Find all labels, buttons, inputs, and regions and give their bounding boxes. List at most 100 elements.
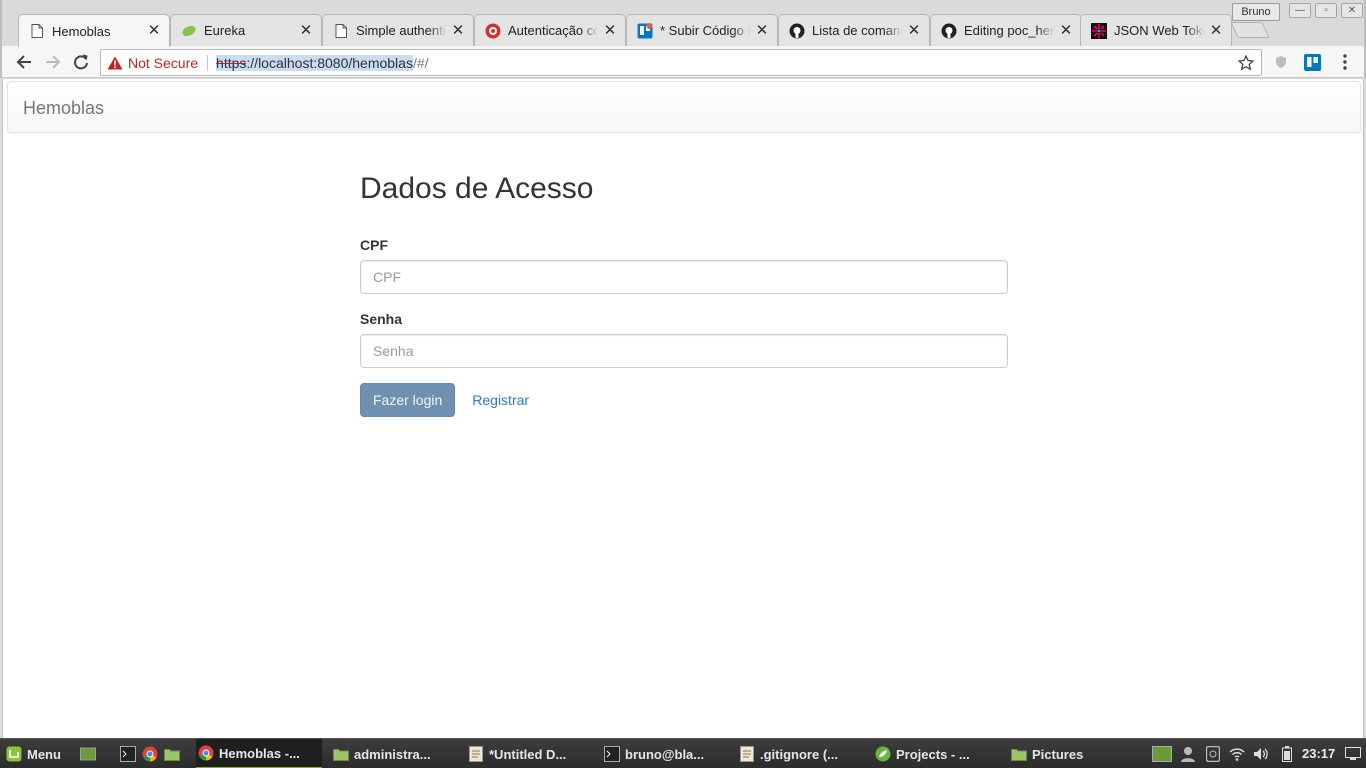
cpf-input[interactable] <box>360 260 1008 294</box>
page-title: Dados de Acesso <box>360 172 594 205</box>
desktop-icon <box>80 746 96 762</box>
taskbar-window-label: *Untitled D... <box>489 746 567 762</box>
minimize-button[interactable]: — <box>1289 3 1311 18</box>
close-icon[interactable]: ✕ <box>147 23 161 38</box>
terminal-icon <box>120 746 136 762</box>
warning-icon <box>107 55 123 71</box>
launcher-files[interactable] <box>164 739 185 768</box>
tab-simple-authentication[interactable]: Simple authentic ✕ <box>322 14 474 46</box>
tab-eureka[interactable]: Eureka ✕ <box>170 14 322 46</box>
taskbar-window-hemoblas[interactable]: Hemoblas -... <box>196 739 322 768</box>
tab-hemoblas[interactable]: Hemoblas ✕ <box>18 14 170 47</box>
tab-editing-poc[interactable]: Editing poc_hem ✕ <box>930 14 1082 46</box>
github-icon <box>789 23 805 39</box>
terminal-icon <box>604 746 620 762</box>
tab-title: Eureka <box>204 23 295 38</box>
taskbar-window-label: Hemoblas -... <box>219 745 300 761</box>
menu-label: Menu <box>27 746 61 762</box>
form-actions: Fazer login Registrar <box>360 383 1008 417</box>
browser-tabstrip: Hemoblas ✕ Eureka ✕ Simple authentic ✕ A… <box>0 0 1366 47</box>
tab-json-web-token[interactable]: JSON Web Token ✕ <box>1080 14 1232 46</box>
navbar-brand[interactable]: Hemoblas <box>23 98 104 119</box>
avatar-icon <box>485 23 501 39</box>
github-icon <box>941 23 957 39</box>
omnibox-divider <box>207 54 209 71</box>
desktop-taskbar: Menu Hemoblas -... administra... *Untitl… <box>0 738 1366 768</box>
menu-kebab-icon[interactable] <box>1336 53 1354 71</box>
maximize-button[interactable]: ▫ <box>1315 3 1337 18</box>
close-icon[interactable]: ✕ <box>603 23 617 38</box>
chrome-icon <box>198 745 214 761</box>
mint-logo-icon <box>6 746 22 762</box>
taskbar-window-untitled[interactable]: *Untitled D... <box>468 739 566 768</box>
profile-button[interactable]: Bruno <box>1232 3 1280 21</box>
reload-button[interactable] <box>70 51 92 73</box>
tab-subir-codigo[interactable]: * Subir Código F ✕ <box>626 14 778 46</box>
taskbar-window-pictures[interactable]: Pictures <box>1011 739 1083 768</box>
launcher-chrome[interactable] <box>142 739 163 768</box>
close-icon[interactable]: ✕ <box>907 23 921 38</box>
close-icon[interactable]: ✕ <box>1209 23 1223 38</box>
bookmark-star-icon[interactable] <box>1237 54 1255 72</box>
spring-icon <box>875 746 891 762</box>
trello-icon <box>637 22 653 39</box>
back-button[interactable] <box>13 51 35 73</box>
maximize-icon: ▫ <box>1324 5 1328 16</box>
close-window-button[interactable]: ✕ <box>1341 3 1363 18</box>
forward-button[interactable] <box>42 51 64 73</box>
extension-shield-icon[interactable] <box>1272 53 1290 71</box>
close-icon[interactable]: ✕ <box>1059 23 1073 38</box>
browser-toolbar: Not Secure https://localhost:8080/hemobl… <box>0 46 1366 78</box>
wifi-icon[interactable] <box>1229 746 1245 762</box>
folder-icon <box>1011 746 1027 762</box>
trello-extension-icon[interactable] <box>1303 53 1321 71</box>
text-editor-icon <box>468 746 484 762</box>
launcher-terminal[interactable] <box>120 739 141 768</box>
close-icon[interactable]: ✕ <box>755 23 769 38</box>
update-shield-icon[interactable] <box>1205 746 1221 762</box>
cpf-group: CPF <box>360 237 1008 294</box>
taskbar-window-label: .gitignore (... <box>760 746 838 762</box>
workspace-icon[interactable] <box>1152 746 1172 762</box>
senha-input[interactable] <box>360 334 1008 368</box>
senha-label: Senha <box>360 311 403 327</box>
start-menu-button[interactable]: Menu <box>6 739 61 768</box>
tab-title: Simple authentic <box>356 23 447 38</box>
show-desktop-button[interactable] <box>80 739 101 768</box>
close-window-icon: ✕ <box>1347 5 1357 16</box>
forward-arrow-icon <box>46 55 61 69</box>
clock[interactable]: 23:17 <box>1302 746 1335 761</box>
taskbar-window-terminal[interactable]: bruno@bla... <box>604 739 704 768</box>
app-navbar: Hemoblas <box>7 81 1361 133</box>
taskbar-window-label: Pictures <box>1032 746 1084 762</box>
folder-icon <box>333 746 349 762</box>
taskbar-window-gitignore[interactable]: .gitignore (... <box>739 739 838 768</box>
tab-title: * Subir Código F <box>660 23 751 38</box>
close-icon[interactable]: ✕ <box>451 23 465 38</box>
user-icon[interactable] <box>1180 746 1196 762</box>
address-bar[interactable]: Not Secure https://localhost:8080/hemobl… <box>100 49 1262 76</box>
cpf-label: CPF <box>360 237 388 253</box>
senha-group: Senha <box>360 311 1008 368</box>
new-tab-button[interactable] <box>1230 22 1270 38</box>
text-editor-icon <box>739 746 755 762</box>
security-indicator[interactable]: Not Secure <box>128 55 198 71</box>
tab-autenticacao[interactable]: Autenticação co ✕ <box>474 14 626 46</box>
taskbar-window-administrator[interactable]: administra... <box>333 739 431 768</box>
url-scheme: https <box>216 54 247 71</box>
register-link[interactable]: Registrar <box>472 392 529 408</box>
page-icon <box>333 23 349 39</box>
reload-icon <box>74 54 88 70</box>
url-host-path: ://localhost:8080/hemoblas <box>246 54 413 71</box>
tab-title: JSON Web Token <box>1114 23 1205 38</box>
volume-icon[interactable] <box>1253 746 1269 762</box>
tab-lista-de-comandos[interactable]: Lista de comand ✕ <box>778 14 930 46</box>
taskbar-window-projects[interactable]: Projects - ... <box>875 739 970 768</box>
show-desktop-corner-icon[interactable] <box>1345 746 1361 762</box>
close-icon[interactable]: ✕ <box>299 23 313 38</box>
back-arrow-icon <box>16 55 31 69</box>
login-button[interactable]: Fazer login <box>360 383 456 417</box>
battery-icon[interactable] <box>1279 746 1295 762</box>
chrome-icon <box>142 746 158 762</box>
url-text[interactable]: https://localhost:8080/hemoblas/#/ <box>216 54 429 71</box>
